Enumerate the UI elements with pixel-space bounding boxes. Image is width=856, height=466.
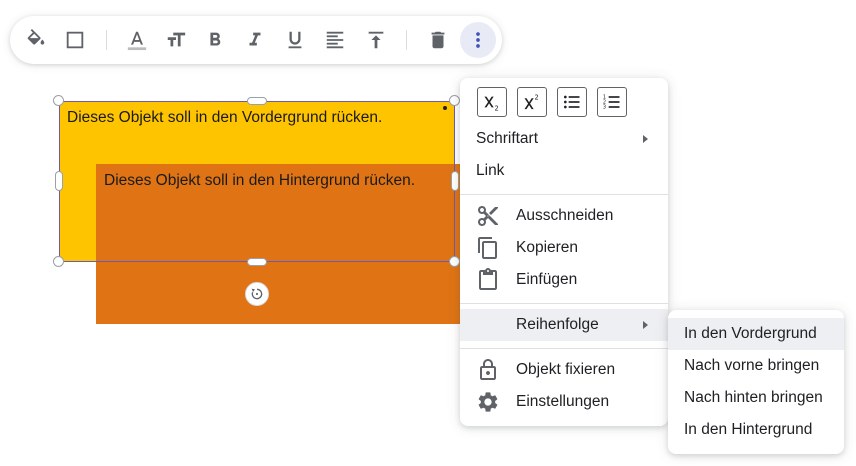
vertical-align-button[interactable] bbox=[358, 22, 394, 58]
bold-icon bbox=[210, 32, 221, 46]
submenu-item-send-backward[interactable]: Nach hinten bringen bbox=[668, 382, 844, 414]
square-outline-icon bbox=[66, 31, 84, 49]
rotate-icon bbox=[251, 288, 263, 300]
menu-item-paste[interactable]: Einfügen bbox=[460, 264, 668, 296]
resize-handle-bottom-left[interactable] bbox=[53, 256, 64, 267]
numbered-list-button[interactable]: 123 bbox=[597, 87, 627, 117]
menu-item-lock[interactable]: Objekt fixieren bbox=[460, 354, 668, 386]
submenu-item-bring-forward[interactable]: Nach vorne bringen bbox=[668, 350, 844, 382]
bold-button[interactable] bbox=[197, 22, 233, 58]
italic-button[interactable] bbox=[237, 22, 273, 58]
resize-handle-bottom[interactable] bbox=[247, 258, 267, 266]
menu-item-order-label: Reihenfolge bbox=[516, 316, 599, 333]
menu-item-copy[interactable]: Kopieren bbox=[460, 232, 668, 264]
submenu-item-send-to-back[interactable]: In den Hintergrund bbox=[668, 414, 844, 446]
superscript-icon: 2 bbox=[524, 94, 539, 110]
chevron-right-icon bbox=[643, 135, 648, 143]
svg-text:3: 3 bbox=[603, 105, 606, 111]
resize-handle-top[interactable] bbox=[247, 97, 267, 105]
delete-button[interactable] bbox=[420, 22, 456, 58]
menu-item-font-label: Schriftart bbox=[476, 130, 539, 147]
align-button[interactable] bbox=[317, 22, 353, 58]
menu-item-cut-label: Ausschneiden bbox=[516, 207, 614, 224]
resize-handle-right[interactable] bbox=[451, 171, 459, 191]
align-left-icon bbox=[326, 31, 344, 49]
copy-icon bbox=[478, 237, 497, 259]
menu-item-settings-label: Einstellungen bbox=[516, 393, 610, 410]
border-button[interactable] bbox=[57, 22, 93, 58]
menu-item-copy-label: Kopieren bbox=[516, 239, 579, 256]
underline-button[interactable] bbox=[277, 22, 313, 58]
text-color-button[interactable] bbox=[119, 22, 155, 58]
lock-icon bbox=[480, 359, 496, 380]
menu-item-settings[interactable]: Einstellungen bbox=[460, 386, 668, 418]
vertical-align-top-icon bbox=[368, 31, 384, 49]
clipboard-icon bbox=[479, 268, 497, 290]
bulleted-list-icon bbox=[564, 95, 580, 109]
menu-item-cut[interactable]: Ausschneiden bbox=[460, 200, 668, 232]
menu-item-lock-label: Objekt fixieren bbox=[516, 361, 616, 378]
subscript-button[interactable]: 2 bbox=[477, 87, 507, 117]
menu-item-font[interactable]: Schriftart bbox=[460, 123, 668, 155]
resize-handle-left[interactable] bbox=[55, 171, 63, 191]
rotate-handle[interactable] bbox=[245, 282, 269, 306]
underline-icon bbox=[288, 31, 302, 49]
resize-handle-bottom-right[interactable] bbox=[449, 256, 460, 267]
font-size-icon bbox=[167, 32, 186, 47]
context-menu: 2 2 123 Schriftart Link Ausschneiden Kop… bbox=[460, 78, 668, 426]
svg-text:2: 2 bbox=[535, 94, 539, 102]
superscript-button[interactable]: 2 bbox=[517, 87, 547, 117]
subscript-icon: 2 bbox=[484, 96, 499, 112]
front-shape-text: Dieses Objekt soll in den Vordergrund rü… bbox=[67, 109, 383, 126]
back-shape[interactable]: Dieses Objekt soll in den Hintergrund rü… bbox=[96, 164, 460, 324]
paint-bucket-icon bbox=[27, 29, 45, 45]
font-size-button[interactable] bbox=[158, 22, 194, 58]
submenu-item-bring-to-front[interactable]: In den Vordergrund bbox=[668, 318, 844, 350]
menu-item-paste-label: Einfügen bbox=[516, 271, 578, 288]
text-color-icon bbox=[127, 31, 147, 51]
italic-icon bbox=[249, 32, 261, 46]
trash-icon bbox=[431, 31, 445, 49]
numbered-list-icon: 123 bbox=[603, 95, 620, 111]
resize-handle-top-left[interactable] bbox=[53, 95, 64, 106]
resize-handle-top-right[interactable] bbox=[449, 95, 460, 106]
chevron-right-icon bbox=[643, 321, 648, 329]
menu-item-link[interactable]: Link bbox=[460, 155, 668, 187]
order-submenu: In den Vordergrund Nach vorne bringen Na… bbox=[668, 310, 844, 454]
anchor-dot bbox=[443, 106, 447, 110]
fill-color-button[interactable] bbox=[18, 22, 54, 58]
floating-toolbar bbox=[10, 16, 502, 64]
more-vertical-icon bbox=[476, 32, 480, 48]
scissors-icon bbox=[478, 206, 498, 226]
gear-icon bbox=[478, 392, 498, 412]
menu-item-link-label: Link bbox=[476, 162, 505, 179]
more-options-button[interactable] bbox=[460, 22, 496, 58]
back-shape-text: Dieses Objekt soll in den Hintergrund rü… bbox=[104, 172, 416, 189]
svg-text:2: 2 bbox=[495, 104, 499, 112]
menu-item-order[interactable]: Reihenfolge bbox=[460, 309, 668, 341]
bulleted-list-button[interactable] bbox=[557, 87, 587, 117]
